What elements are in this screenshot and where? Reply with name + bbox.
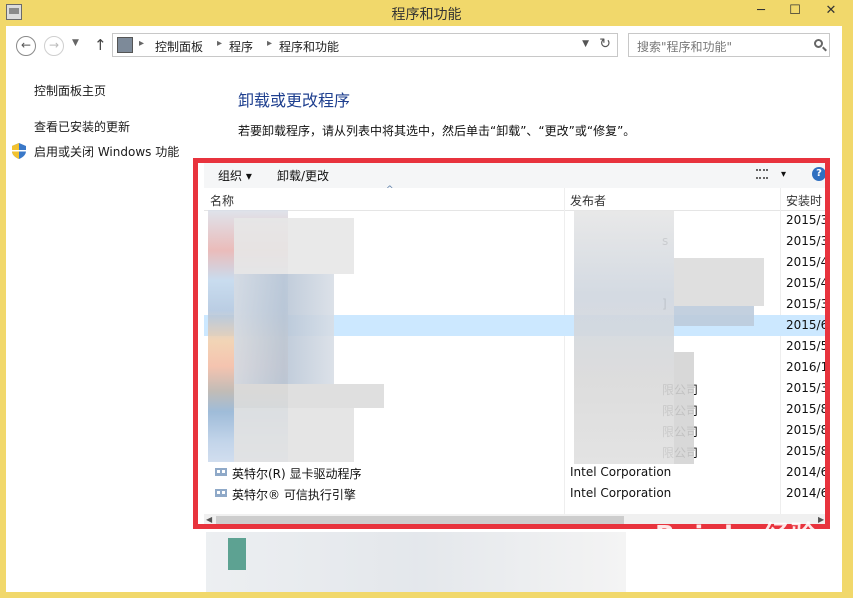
uninstall-change-button[interactable]: 卸载/更改	[277, 167, 329, 184]
redacted-area	[228, 538, 246, 570]
column-header-row: ^ 名称 发布者 安装时	[204, 185, 830, 211]
watermark: Bai du 经验 jingyan.baidu.com	[655, 515, 845, 585]
redacted-area	[234, 384, 384, 408]
redacted-area	[234, 408, 354, 462]
view-dropdown-icon[interactable]: ▾	[781, 169, 786, 180]
breadcrumb-programs[interactable]: 程序	[229, 38, 253, 55]
program-install-date: 2015/3	[786, 213, 829, 227]
program-install-date: 2015/4	[786, 255, 829, 269]
program-name: 英特尔(R) 显卡驱动程序	[232, 467, 362, 481]
shield-icon	[12, 143, 26, 159]
breadcrumb-separator-icon[interactable]: ▸	[217, 38, 222, 49]
page-title: 卸载或更改程序	[238, 91, 351, 110]
forward-arrow-icon[interactable]: →	[44, 36, 64, 56]
redacted-area	[234, 274, 334, 384]
view-options-icon[interactable]	[756, 169, 768, 179]
search-input[interactable]: 搜索"程序和功能"	[628, 33, 830, 57]
program-install-date: 2014/6	[786, 486, 829, 500]
recent-locations-dropdown[interactable]: ▼	[72, 38, 79, 48]
control-panel-icon	[117, 37, 133, 53]
instruction-text: 若要卸载程序，请从列表中将其选中，然后单击“卸载”、“更改”或“修复”。	[238, 124, 636, 138]
control-panel-home-link[interactable]: 控制面板主页	[34, 82, 106, 99]
windows-features-link[interactable]: 启用或关闭 Windows 功能	[34, 143, 179, 160]
breadcrumb-control-panel[interactable]: 控制面板	[155, 38, 203, 55]
program-icon	[215, 468, 227, 476]
window-title: 程序和功能	[391, 7, 462, 23]
window-body: ← → ▼ ↑ ▸ 控制面板 ▸ 程序 ▸ 程序和功能 ▼ ↻ 搜索"程序和功能…	[6, 26, 842, 592]
breadcrumb-separator-icon[interactable]: ▸	[267, 38, 272, 49]
redacted-area	[674, 352, 694, 464]
program-install-date: 2015/3	[786, 234, 829, 248]
program-install-date: 2015/8	[786, 423, 829, 437]
breadcrumb-separator-icon[interactable]: ▸	[139, 38, 144, 49]
program-install-date: 2015/3	[786, 381, 829, 395]
up-arrow-icon[interactable]: ↑	[94, 36, 107, 54]
help-icon[interactable]: ?	[812, 167, 826, 181]
search-placeholder: 搜索"程序和功能"	[637, 40, 733, 54]
program-install-date: 2015/5	[786, 339, 829, 353]
program-install-date: 2015/8	[786, 444, 829, 458]
table-row[interactable]: 英特尔® 可信执行引擎 Intel Corporation 2014/6	[204, 483, 830, 504]
program-icon	[215, 489, 227, 497]
view-installed-updates-link[interactable]: 查看已安装的更新	[34, 118, 130, 135]
address-toolbar: ← → ▼ ↑ ▸ 控制面板 ▸ 程序 ▸ 程序和功能 ▼ ↻ 搜索"程序和功能…	[6, 26, 842, 66]
maximize-button[interactable]: ☐	[780, 0, 810, 22]
scrollbar-thumb[interactable]	[216, 516, 624, 524]
address-bar[interactable]: ▸ 控制面板 ▸ 程序 ▸ 程序和功能 ▼ ↻	[112, 33, 618, 57]
program-install-date: 2014/6	[786, 465, 829, 479]
program-install-date: 2015/3	[786, 297, 829, 311]
title-bar: 程序和功能 ─ ☐ ✕	[0, 0, 853, 26]
close-button[interactable]: ✕	[816, 0, 846, 22]
program-install-date: 2015/6	[786, 318, 829, 332]
program-publisher: Intel Corporation	[570, 486, 672, 500]
redacted-area	[674, 306, 754, 326]
program-install-date: 2015/4	[786, 276, 829, 290]
program-install-date: 2015/8	[786, 402, 829, 416]
program-install-date: 2016/1	[786, 360, 829, 374]
redacted-area	[674, 258, 764, 306]
address-dropdown-icon[interactable]: ▼	[582, 39, 589, 49]
redacted-area	[234, 218, 354, 274]
program-name: 英特尔® 可信执行引擎	[232, 488, 356, 502]
redacted-area	[206, 532, 626, 592]
redacted-area	[574, 210, 674, 464]
minimize-button[interactable]: ─	[746, 0, 776, 22]
watermark-url: jingyan.baidu.com	[655, 559, 766, 573]
list-toolbar: 组织 ▾ 卸载/更改 ▾ ?	[204, 162, 830, 189]
back-arrow-icon[interactable]: ←	[16, 36, 36, 56]
breadcrumb-programs-features[interactable]: 程序和功能	[279, 38, 339, 55]
scroll-left-icon[interactable]: ◀	[206, 514, 212, 526]
program-list[interactable]: 组织 ▾ 卸载/更改 ▾ ? ^ 名称 发布者 安装时 2015/3s2015/…	[204, 162, 830, 526]
column-header-installed-on[interactable]: 安装时	[786, 192, 822, 209]
sort-ascending-icon: ^	[386, 185, 394, 195]
program-publisher: Intel Corporation	[570, 465, 672, 479]
search-icon[interactable]	[814, 39, 823, 48]
watermark-brand: Bai du 经验	[655, 521, 818, 551]
column-header-name[interactable]: 名称	[210, 192, 234, 209]
left-navigation: 控制面板主页 查看已安装的更新 启用或关闭 Windows 功能	[6, 66, 191, 566]
organize-button[interactable]: 组织 ▾	[218, 167, 252, 184]
table-row[interactable]: 英特尔(R) 显卡驱动程序 Intel Corporation 2014/6	[204, 462, 830, 483]
refresh-icon[interactable]: ↻	[599, 36, 611, 52]
column-header-publisher[interactable]: 发布者	[570, 192, 606, 209]
